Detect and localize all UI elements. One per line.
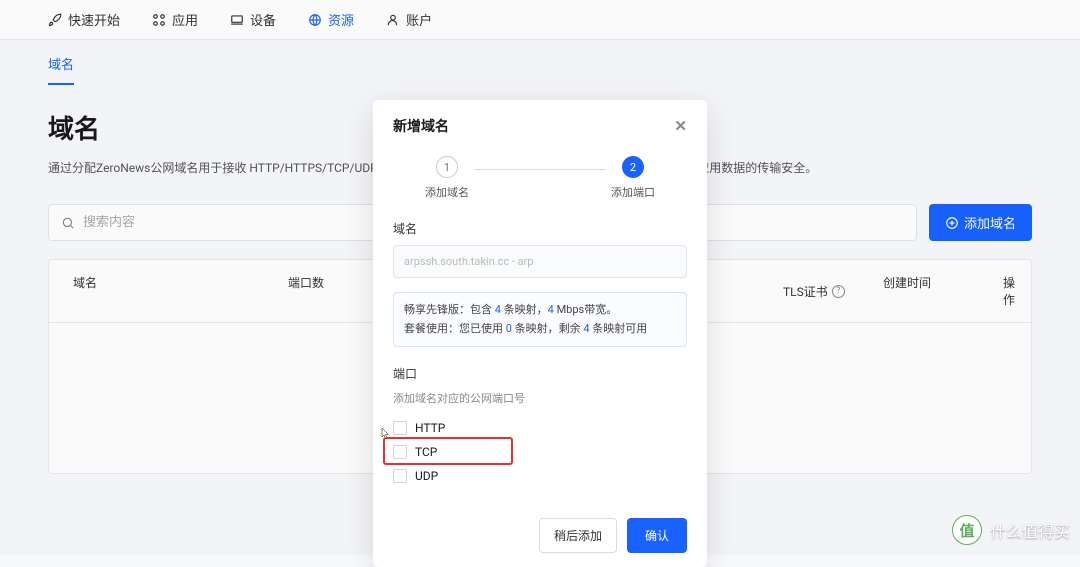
step-label: 添加端口 [611, 184, 655, 200]
step-1: 1 添加域名 [425, 156, 469, 200]
domain-readonly-input: arpssh.south.takin.cc - arp [393, 245, 687, 278]
step-circle: 1 [436, 156, 458, 178]
checkbox-label: HTTP [415, 421, 445, 435]
checkbox-icon[interactable] [393, 445, 407, 459]
modal-body: 1 添加域名 2 添加端口 域名 arpssh.south.takin.cc -… [373, 152, 707, 504]
checkbox-tcp[interactable]: TCP [393, 440, 687, 464]
modal-overlay: 新增域名 ✕ 1 添加域名 2 添加端口 域名 arpssh.south.tak… [0, 0, 1080, 555]
step-label: 添加域名 [425, 184, 469, 200]
modal-title: 新增域名 [393, 116, 449, 136]
close-icon[interactable]: ✕ [674, 117, 687, 135]
cursor-icon [380, 425, 392, 441]
add-domain-modal: 新增域名 ✕ 1 添加域名 2 添加端口 域名 arpssh.south.tak… [373, 100, 707, 567]
port-label: 端口 [393, 365, 687, 382]
domain-label: 域名 [393, 220, 687, 237]
watermark-text: 什么值得买 [990, 518, 1070, 542]
checkbox-http[interactable]: HTTP [393, 416, 687, 440]
checkbox-label: TCP [415, 445, 437, 459]
port-sublabel: 添加域名对应的公网端口号 [393, 390, 687, 406]
checkbox-icon[interactable] [393, 469, 407, 483]
step-circle: 2 [622, 156, 644, 178]
watermark: 值 什么值得买 [952, 515, 1070, 545]
step-2: 2 添加端口 [611, 156, 655, 200]
checkbox-icon[interactable] [393, 421, 407, 435]
confirm-button[interactable]: 确认 [627, 518, 687, 553]
stepper: 1 添加域名 2 添加端口 [393, 156, 687, 200]
watermark-badge: 值 [952, 515, 982, 545]
modal-footer: 稍后添加 确认 [373, 504, 707, 567]
plan-info-box: 畅享先锋版：包含 4 条映射，4 Mbps带宽。 套餐使用：您已使用 0 条映射… [393, 292, 687, 347]
modal-header: 新增域名 ✕ [373, 100, 707, 152]
step-connector [475, 169, 605, 170]
checkbox-label: UDP [415, 469, 438, 483]
later-button[interactable]: 稍后添加 [539, 518, 617, 553]
checkbox-udp[interactable]: UDP [393, 464, 687, 488]
